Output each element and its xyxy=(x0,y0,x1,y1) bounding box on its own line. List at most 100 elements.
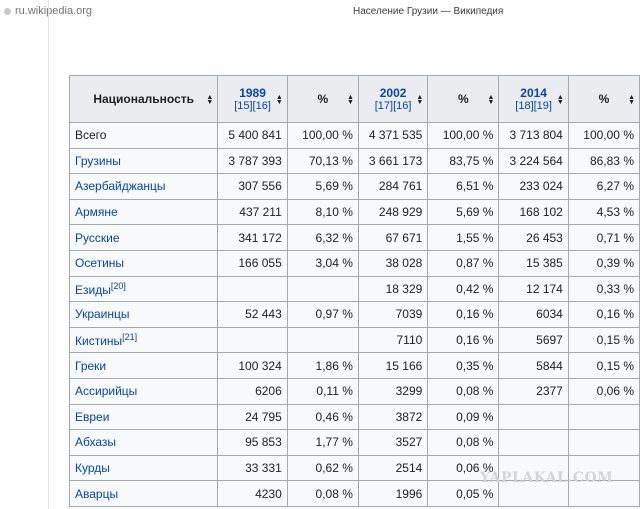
count-cell: 3 224 564 xyxy=(498,147,569,175)
nationality-cell[interactable]: Евреи xyxy=(68,403,219,431)
sort-icon[interactable]: ▲ ▼ xyxy=(276,94,283,106)
nationality-cell[interactable]: Русские xyxy=(68,224,219,251)
table-row: Езиды[20] 18 329 0,42 % 12 174 0,33 % xyxy=(68,275,640,303)
nationality-cell[interactable]: Азербайджанцы xyxy=(68,173,219,200)
count-cell: 7039 xyxy=(357,301,429,328)
nationality-link[interactable]: Армяне xyxy=(75,205,118,219)
sort-icon[interactable]: ▲ ▼ xyxy=(487,94,494,106)
refs-link[interactable]: [15][16] xyxy=(224,100,280,112)
count-cell: 5697 xyxy=(498,326,569,354)
refs-link[interactable]: [18][19] xyxy=(505,100,561,112)
percent-cell: 83,75 % xyxy=(427,147,500,175)
count-cell: 15 166 xyxy=(357,352,429,379)
nationality-link[interactable]: Кистины xyxy=(75,334,122,348)
nationality-label: Всего xyxy=(75,128,107,143)
count-cell: 33 331 xyxy=(217,454,288,482)
percent-cell: 0,08 % xyxy=(427,429,500,456)
browser-bar: ru.wikipedia.org Население Грузии — Вики… xyxy=(0,0,640,26)
percent-cell: 5,69 % xyxy=(286,173,359,200)
count-cell: 5 400 841 xyxy=(217,122,288,149)
nationality-link[interactable]: Грузины xyxy=(75,154,121,168)
count-cell: 341 172 xyxy=(217,224,288,251)
header-2014[interactable]: 2014 [18][19] ▲ ▼ xyxy=(498,75,569,123)
nationality-link[interactable]: Русские xyxy=(75,231,120,245)
nationality-cell[interactable]: Осетины xyxy=(68,249,219,277)
percent-cell: 0,71 % xyxy=(567,224,640,251)
percent-cell: 0,09 % xyxy=(427,403,500,431)
header-nationality[interactable]: Национальность ▲ ▼ xyxy=(68,75,219,123)
nationality-link[interactable]: Аварцы xyxy=(75,487,118,501)
percent-cell: 6,32 % xyxy=(286,224,359,251)
percent-cell: 1,77 % xyxy=(286,429,359,456)
count-cell: 437 211 xyxy=(217,198,288,226)
footnote-link[interactable]: [21] xyxy=(122,332,137,342)
count-cell xyxy=(498,429,569,456)
table-row: Осетины 166 055 3,04 % 38 028 0,87 % 15 385 0,… xyxy=(68,249,640,277)
nationality-cell[interactable]: Аварцы xyxy=(68,480,219,507)
nationality-cell[interactable]: Украинцы xyxy=(68,301,219,328)
nationality-link[interactable]: Ассирийцы xyxy=(75,384,137,398)
year-link[interactable]: 2002 xyxy=(365,86,421,100)
percent-cell: 0,08 % xyxy=(427,377,500,405)
nationality-cell[interactable]: Езиды[20] xyxy=(68,275,219,303)
sort-icon[interactable]: ▲ ▼ xyxy=(628,94,635,106)
nationality-cell[interactable]: Абхазы xyxy=(68,429,219,456)
year-link[interactable]: 1989 xyxy=(224,86,280,100)
header-1989[interactable]: 1989 [15][16] ▲ ▼ xyxy=(217,75,288,123)
count-cell: 38 028 xyxy=(357,249,429,277)
sort-icon[interactable]: ▲ ▼ xyxy=(557,94,564,106)
percent-cell: 0,39 % xyxy=(567,249,640,277)
nationality-link[interactable]: Украинцы xyxy=(75,307,130,321)
count-cell: 166 055 xyxy=(217,249,288,277)
percent-cell: 0,62 % xyxy=(286,454,359,482)
sort-icon[interactable]: ▲ ▼ xyxy=(206,94,213,106)
percent-cell: 0,11 % xyxy=(286,377,359,405)
percent-cell: 100,00 % xyxy=(427,122,500,149)
percent-cell: 8,10 % xyxy=(286,198,359,226)
count-cell xyxy=(217,275,288,303)
page-title: Население Грузии — Википедия xyxy=(353,6,504,17)
nationality-link[interactable]: Осетины xyxy=(75,256,124,270)
nationality-link[interactable]: Азербайджанцы xyxy=(75,179,166,193)
nationality-link[interactable]: Курды xyxy=(75,461,110,475)
year-link[interactable]: 2014 xyxy=(505,86,561,100)
header-percent[interactable]: % ▲ ▼ xyxy=(427,75,500,123)
percent-cell: 100,00 % xyxy=(286,122,359,149)
count-cell: 248 929 xyxy=(357,198,429,226)
count-cell: 26 453 xyxy=(498,224,569,251)
count-cell xyxy=(498,403,569,431)
nationality-cell[interactable]: Кистины[21] xyxy=(68,326,219,354)
sort-icon[interactable]: ▲ ▼ xyxy=(347,94,354,106)
table-row: Русские 341 172 6,32 % 67 671 1,55 % 26 453 0,… xyxy=(68,224,640,251)
header-percent[interactable]: % ▲ ▼ xyxy=(567,75,640,123)
table-row: Ассирийцы 6206 0,11 % 3299 0,08 % 2377 0,06 % xyxy=(68,377,640,405)
count-cell: 3 787 393 xyxy=(217,147,288,175)
percent-cell: 0,35 % xyxy=(427,352,500,379)
nationality-cell[interactable]: Греки xyxy=(68,352,219,379)
nationality-cell[interactable]: Грузины xyxy=(68,147,219,175)
nationality-cell[interactable]: Ассирийцы xyxy=(68,377,219,405)
nationality-link[interactable]: Абхазы xyxy=(75,435,116,449)
refs-link[interactable]: [17][16] xyxy=(365,100,421,112)
sort-icon[interactable]: ▲ ▼ xyxy=(416,94,423,106)
count-cell: 4230 xyxy=(217,480,288,507)
header-percent[interactable]: % ▲ ▼ xyxy=(286,75,359,123)
count-cell: 3527 xyxy=(357,429,429,456)
nationality-link[interactable]: Езиды xyxy=(75,283,111,297)
table-row: Кистины[21] 7110 0,16 % 5697 0,15 % xyxy=(68,326,640,354)
percent-cell: 0,33 % xyxy=(567,275,640,303)
percent-cell: 0,15 % xyxy=(567,326,640,354)
footnote-link[interactable]: [20] xyxy=(111,281,126,291)
nationality-cell[interactable]: Курды xyxy=(68,454,219,482)
percent-cell: 0,46 % xyxy=(286,403,359,431)
header-2002[interactable]: 2002 [17][16] ▲ ▼ xyxy=(357,75,429,123)
count-cell: 24 795 xyxy=(217,403,288,431)
count-cell: 6206 xyxy=(217,377,288,405)
percent-cell xyxy=(286,275,359,303)
nationality-link[interactable]: Евреи xyxy=(75,410,109,424)
count-cell: 5844 xyxy=(498,352,569,379)
count-cell: 67 671 xyxy=(357,224,429,251)
nationality-link[interactable]: Греки xyxy=(75,359,106,373)
nationality-cell[interactable]: Армяне xyxy=(68,198,219,226)
table-row: Грузины 3 787 393 70,13 % 3 661 173 83,75 % 3… xyxy=(68,147,640,175)
